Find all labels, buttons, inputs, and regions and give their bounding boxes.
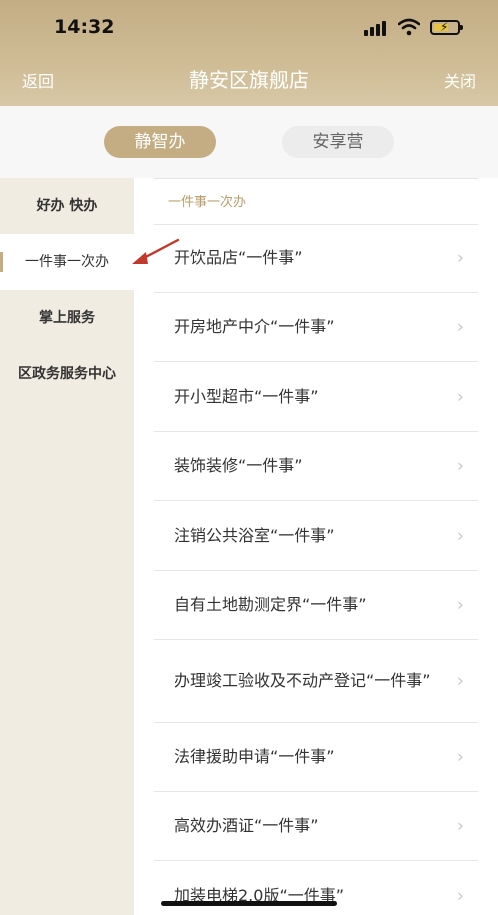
list-item[interactable]: 法律援助申请“一件事” › <box>154 723 478 792</box>
service-list: 一件事一次办 开饮品店“一件事” › 开房地产中介“一件事” › 开小型超市“一… <box>134 178 498 915</box>
chevron-right-icon: › <box>456 670 464 692</box>
list-item[interactable]: 注销公共浴室“一件事” › <box>154 501 478 571</box>
chevron-right-icon: › <box>456 386 464 407</box>
sidebar-item-label: 一件事一次办 <box>25 254 109 270</box>
navbar: 返回 静安区旗舰店 关闭 <box>0 58 498 98</box>
chevron-right-icon: › <box>456 455 464 477</box>
sidebar: 好办 快办 一件事一次办 掌上服务 区政务服务中心 <box>0 178 134 915</box>
header: 14:32 ⚡ 返回 静安区旗舰店 关闭 <box>0 0 498 106</box>
list-item-label: 开房地产中介“一件事” <box>174 317 335 336</box>
annotation-arrow-icon <box>132 238 180 264</box>
chevron-right-icon: › <box>456 746 464 768</box>
sidebar-item-label: 区政务服务中心 <box>18 366 116 382</box>
home-indicator[interactable] <box>161 901 337 906</box>
chevron-right-icon: › <box>456 316 464 338</box>
sidebar-item-zhangshang-fuwu[interactable]: 掌上服务 <box>0 290 134 346</box>
status-bar: 14:32 ⚡ <box>0 0 498 55</box>
chevron-right-icon: › <box>456 247 464 269</box>
list-item-label: 开饮品店“一件事” <box>174 248 303 267</box>
sidebar-item-zhengwu-zhongxin[interactable]: 区政务服务中心 <box>0 346 134 402</box>
section-title: 一件事一次办 <box>168 195 247 210</box>
list-item[interactable]: 加装电梯2.0版“一件事” › <box>154 861 478 915</box>
list-item-label: 办理竣工验收及不动产登记“一件事” <box>174 671 431 690</box>
list-item-label: 高效办酒证“一件事” <box>174 816 319 835</box>
list-item-label: 法律援助申请“一件事” <box>174 747 335 766</box>
chevron-right-icon: › <box>456 815 464 837</box>
chevron-right-icon: › <box>456 525 464 546</box>
close-button[interactable]: 关闭 <box>444 68 476 92</box>
tab-anxiangying[interactable]: 安享营 <box>282 126 394 158</box>
list-item[interactable]: 开饮品店“一件事” › <box>154 224 478 293</box>
list-item-label: 开小型超市“一件事” <box>174 386 319 406</box>
list-item-label: 装饰装修“一件事” <box>174 456 303 475</box>
list-item-label: 加装电梯2.0版“一件事” <box>174 886 345 905</box>
sidebar-item-label: 好办 快办 <box>36 198 98 214</box>
sidebar-item-haoban-kuaiban[interactable]: 好办 快办 <box>0 178 134 234</box>
wifi-icon <box>398 18 420 36</box>
tab-bar: 静智办 安享营 <box>0 106 498 178</box>
list-item[interactable]: 办理竣工验收及不动产登记“一件事” › <box>154 640 478 723</box>
list-item-label: 自有土地勘测定界“一件事” <box>174 595 367 614</box>
page-title: 静安区旗舰店 <box>189 68 309 92</box>
list-item[interactable]: 高效办酒证“一件事” › <box>154 792 478 861</box>
sidebar-item-yijianshi[interactable]: 一件事一次办 <box>0 234 134 290</box>
active-indicator <box>0 252 3 272</box>
tab-jingzhiban[interactable]: 静智办 <box>104 126 216 158</box>
battery-icon: ⚡ <box>430 20 463 35</box>
list-item[interactable]: 装饰装修“一件事” › <box>154 432 478 501</box>
signal-icon <box>364 20 390 36</box>
list-item[interactable]: 开小型超市“一件事” › <box>154 362 478 432</box>
list-item[interactable]: 自有土地勘测定界“一件事” › <box>154 571 478 640</box>
divider <box>154 178 478 179</box>
list-item-label: 注销公共浴室“一件事” <box>174 525 335 545</box>
status-time: 14:32 <box>54 16 115 38</box>
list-item[interactable]: 开房地产中介“一件事” › <box>154 293 478 362</box>
sidebar-item-label: 掌上服务 <box>39 310 95 326</box>
chevron-right-icon: › <box>456 885 464 907</box>
chevron-right-icon: › <box>456 594 464 616</box>
